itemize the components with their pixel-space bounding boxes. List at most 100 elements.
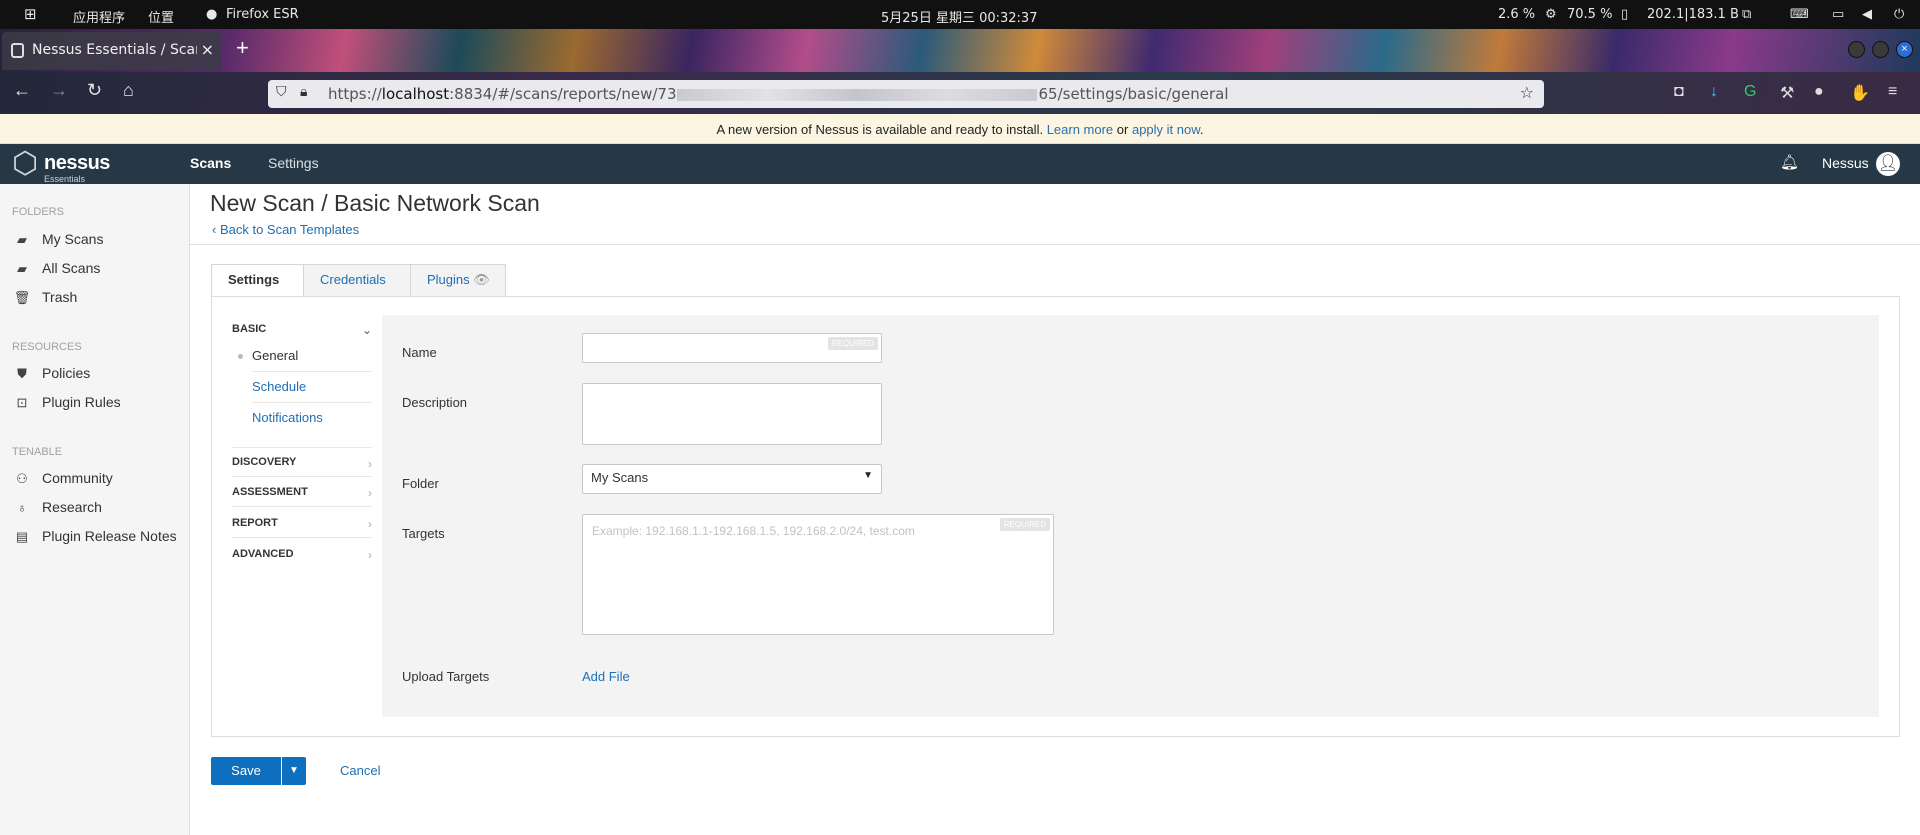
sidebar-item-community[interactable]: ⚇ Community bbox=[12, 470, 113, 487]
sidebar-item-all-scans[interactable]: ▰ All Scans bbox=[12, 260, 100, 277]
nav-settings[interactable]: Settings bbox=[268, 155, 319, 171]
folder-select[interactable]: My Scans ▼ bbox=[582, 464, 882, 494]
nav-section-label: ADVANCED bbox=[232, 548, 294, 560]
caret-down-icon: ▼ bbox=[289, 765, 299, 776]
nav-section-assessment[interactable]: ASSESSMENT › bbox=[232, 486, 372, 507]
minimize-window-button[interactable] bbox=[1848, 41, 1865, 58]
sidebar-item-research[interactable]: ♁ Research bbox=[12, 499, 102, 515]
shield-icon[interactable]: ⛉ bbox=[276, 84, 287, 100]
hand-extension-icon[interactable]: ✋ bbox=[1850, 83, 1870, 103]
browser-tab-strip: Nessus Essentials / Scans × + × bbox=[0, 29, 1920, 72]
places-menu[interactable]: 位置 bbox=[148, 7, 174, 26]
save-button[interactable]: Save bbox=[211, 757, 281, 785]
sidebar-item-policies[interactable]: ⛊ Policies bbox=[12, 365, 90, 382]
nav-section-discovery[interactable]: DISCOVERY › bbox=[232, 447, 372, 477]
sidebar-item-my-scans[interactable]: ▰ My Scans bbox=[12, 231, 103, 248]
user-name[interactable]: Nessus bbox=[1822, 155, 1869, 171]
tab-settings[interactable]: Settings bbox=[211, 264, 304, 297]
reload-icon[interactable]: ↻ bbox=[87, 80, 102, 101]
nav-section-advanced[interactable]: ADVANCED › bbox=[232, 548, 372, 568]
download-icon[interactable]: ↓ bbox=[1710, 83, 1718, 101]
keyboard-icon[interactable]: ⌨ bbox=[1790, 7, 1809, 22]
chevron-right-icon: › bbox=[368, 457, 372, 471]
volume-icon[interactable]: ◀ bbox=[1862, 7, 1872, 22]
close-tab-icon[interactable]: × bbox=[201, 40, 214, 59]
required-tag: REQUIRED bbox=[827, 337, 878, 350]
nav-section-label: ASSESSMENT bbox=[232, 486, 308, 498]
tab-plugins[interactable]: Plugins 👁︎ bbox=[410, 264, 506, 296]
logo-name: nessus bbox=[44, 152, 110, 174]
nessus-favicon-icon bbox=[11, 43, 24, 58]
window-icon[interactable]: ▭ bbox=[1832, 7, 1844, 22]
clock[interactable]: 5月25日 星期三 00:32:37 bbox=[881, 7, 1037, 26]
save-dropdown-button[interactable]: ▼ bbox=[282, 757, 306, 785]
nav-item-schedule[interactable]: Schedule bbox=[252, 379, 372, 403]
nav-item-notifications[interactable]: Notifications bbox=[252, 410, 372, 433]
grammarly-icon[interactable]: G bbox=[1744, 83, 1756, 101]
hexagon-logo-icon: ⬡ bbox=[12, 147, 39, 180]
active-app-name[interactable]: Firefox ESR bbox=[226, 7, 299, 22]
menu-icon[interactable]: ≡ bbox=[1888, 83, 1897, 101]
trash-icon: 🗑︎ bbox=[13, 290, 31, 305]
app-grid-icon[interactable]: ⊞ bbox=[24, 5, 37, 23]
chevron-down-icon: ⌄ bbox=[361, 323, 372, 337]
lightbulb-icon: ♁ bbox=[17, 500, 27, 515]
user-avatar-icon[interactable]: 👤︎ bbox=[1876, 152, 1900, 176]
nav-scans[interactable]: Scans bbox=[190, 155, 231, 171]
chevron-right-icon: › bbox=[368, 486, 372, 500]
url-text: https://localhost:8834/#/scans/reports/n… bbox=[328, 85, 1229, 103]
targets-textarea[interactable]: Example: 192.168.1.1-192.168.1.5, 192.16… bbox=[582, 514, 1054, 635]
nav-item-general[interactable]: General bbox=[238, 348, 372, 372]
sidebar: FOLDERS ▰ My Scans ▰ All Scans 🗑︎ Trash RES… bbox=[0, 184, 190, 835]
main-content: New Scan / Basic Network Scan ‹ Back to … bbox=[190, 184, 1920, 835]
sidebar-item-label: Plugin Rules bbox=[42, 394, 121, 410]
notice-period: . bbox=[1199, 122, 1204, 137]
sidebar-item-trash[interactable]: 🗑︎ Trash bbox=[12, 289, 78, 306]
nav-section-basic[interactable]: BASIC ⌄ bbox=[232, 323, 372, 343]
name-input[interactable]: REQUIRED bbox=[582, 333, 882, 363]
applications-menu[interactable]: 应用程序 bbox=[73, 7, 125, 26]
sidebar-item-plugin-rules[interactable]: ⊡ Plugin Rules bbox=[12, 394, 121, 411]
nav-section-label: DISCOVERY bbox=[232, 456, 297, 468]
folders-heading: FOLDERS bbox=[12, 206, 64, 218]
back-to-templates-link[interactable]: ‹ Back to Scan Templates bbox=[212, 222, 359, 237]
new-tab-icon[interactable]: + bbox=[236, 35, 249, 61]
update-notice-banner: A new version of Nessus is available and… bbox=[0, 114, 1920, 144]
sidebar-item-label: Trash bbox=[42, 289, 78, 305]
sidebar-item-label: All Scans bbox=[42, 260, 101, 276]
learn-more-link[interactable]: Learn more bbox=[1047, 122, 1113, 137]
home-icon[interactable]: ⌂ bbox=[123, 80, 134, 101]
apply-now-link[interactable]: apply it now bbox=[1132, 122, 1200, 137]
maximize-window-button[interactable] bbox=[1872, 41, 1889, 58]
browser-tab[interactable]: Nessus Essentials / Scans × bbox=[2, 32, 222, 70]
pocket-icon[interactable]: ◘ bbox=[1674, 83, 1684, 101]
tab-credentials[interactable]: Credentials bbox=[303, 264, 411, 296]
description-textarea[interactable] bbox=[582, 383, 882, 445]
url-bar[interactable]: ⛉ 🔒︎ https://localhost:8834/#/scans/repo… bbox=[268, 80, 1544, 108]
app-header: ⬡ nessus Essentials Scans Settings 🔔︎ Ne… bbox=[0, 144, 1920, 184]
bookmark-star-icon[interactable]: ☆ bbox=[1520, 83, 1534, 102]
cancel-button[interactable]: Cancel bbox=[340, 763, 380, 778]
lock-icon[interactable]: 🔒︎ bbox=[300, 84, 307, 100]
eye-icon[interactable]: 👁︎ bbox=[473, 272, 490, 287]
chevron-right-icon: › bbox=[368, 517, 372, 531]
network-icon[interactable]: ⧉ bbox=[1742, 7, 1751, 22]
firefox-icon: ● bbox=[206, 7, 218, 22]
extension-icon[interactable]: ⚒ bbox=[1780, 83, 1794, 103]
add-file-link[interactable]: Add File bbox=[582, 669, 630, 684]
notifications-bell-icon[interactable]: 🔔︎ bbox=[1780, 153, 1799, 171]
close-window-button[interactable]: × bbox=[1896, 41, 1913, 58]
logo-edition: Essentials bbox=[44, 174, 86, 184]
forward-icon[interactable]: → bbox=[50, 80, 68, 101]
nav-section-report[interactable]: REPORT › bbox=[232, 517, 372, 538]
tenable-heading: TENABLE bbox=[12, 446, 63, 458]
network-speed: 202.1|183.1 B bbox=[1647, 7, 1739, 22]
back-icon[interactable]: ← bbox=[13, 80, 31, 101]
sidebar-item-plugin-release-notes[interactable]: ▤ Plugin Release Notes bbox=[12, 528, 177, 545]
folder-icon: ▰ bbox=[17, 261, 27, 276]
chevron-right-icon: › bbox=[368, 548, 372, 562]
power-icon[interactable]: ⏻ bbox=[1894, 7, 1904, 22]
caret-down-icon: ▼ bbox=[863, 470, 873, 481]
cpu-usage: 2.6 % bbox=[1498, 7, 1536, 22]
circle-extension-icon[interactable]: ● bbox=[1814, 83, 1824, 101]
